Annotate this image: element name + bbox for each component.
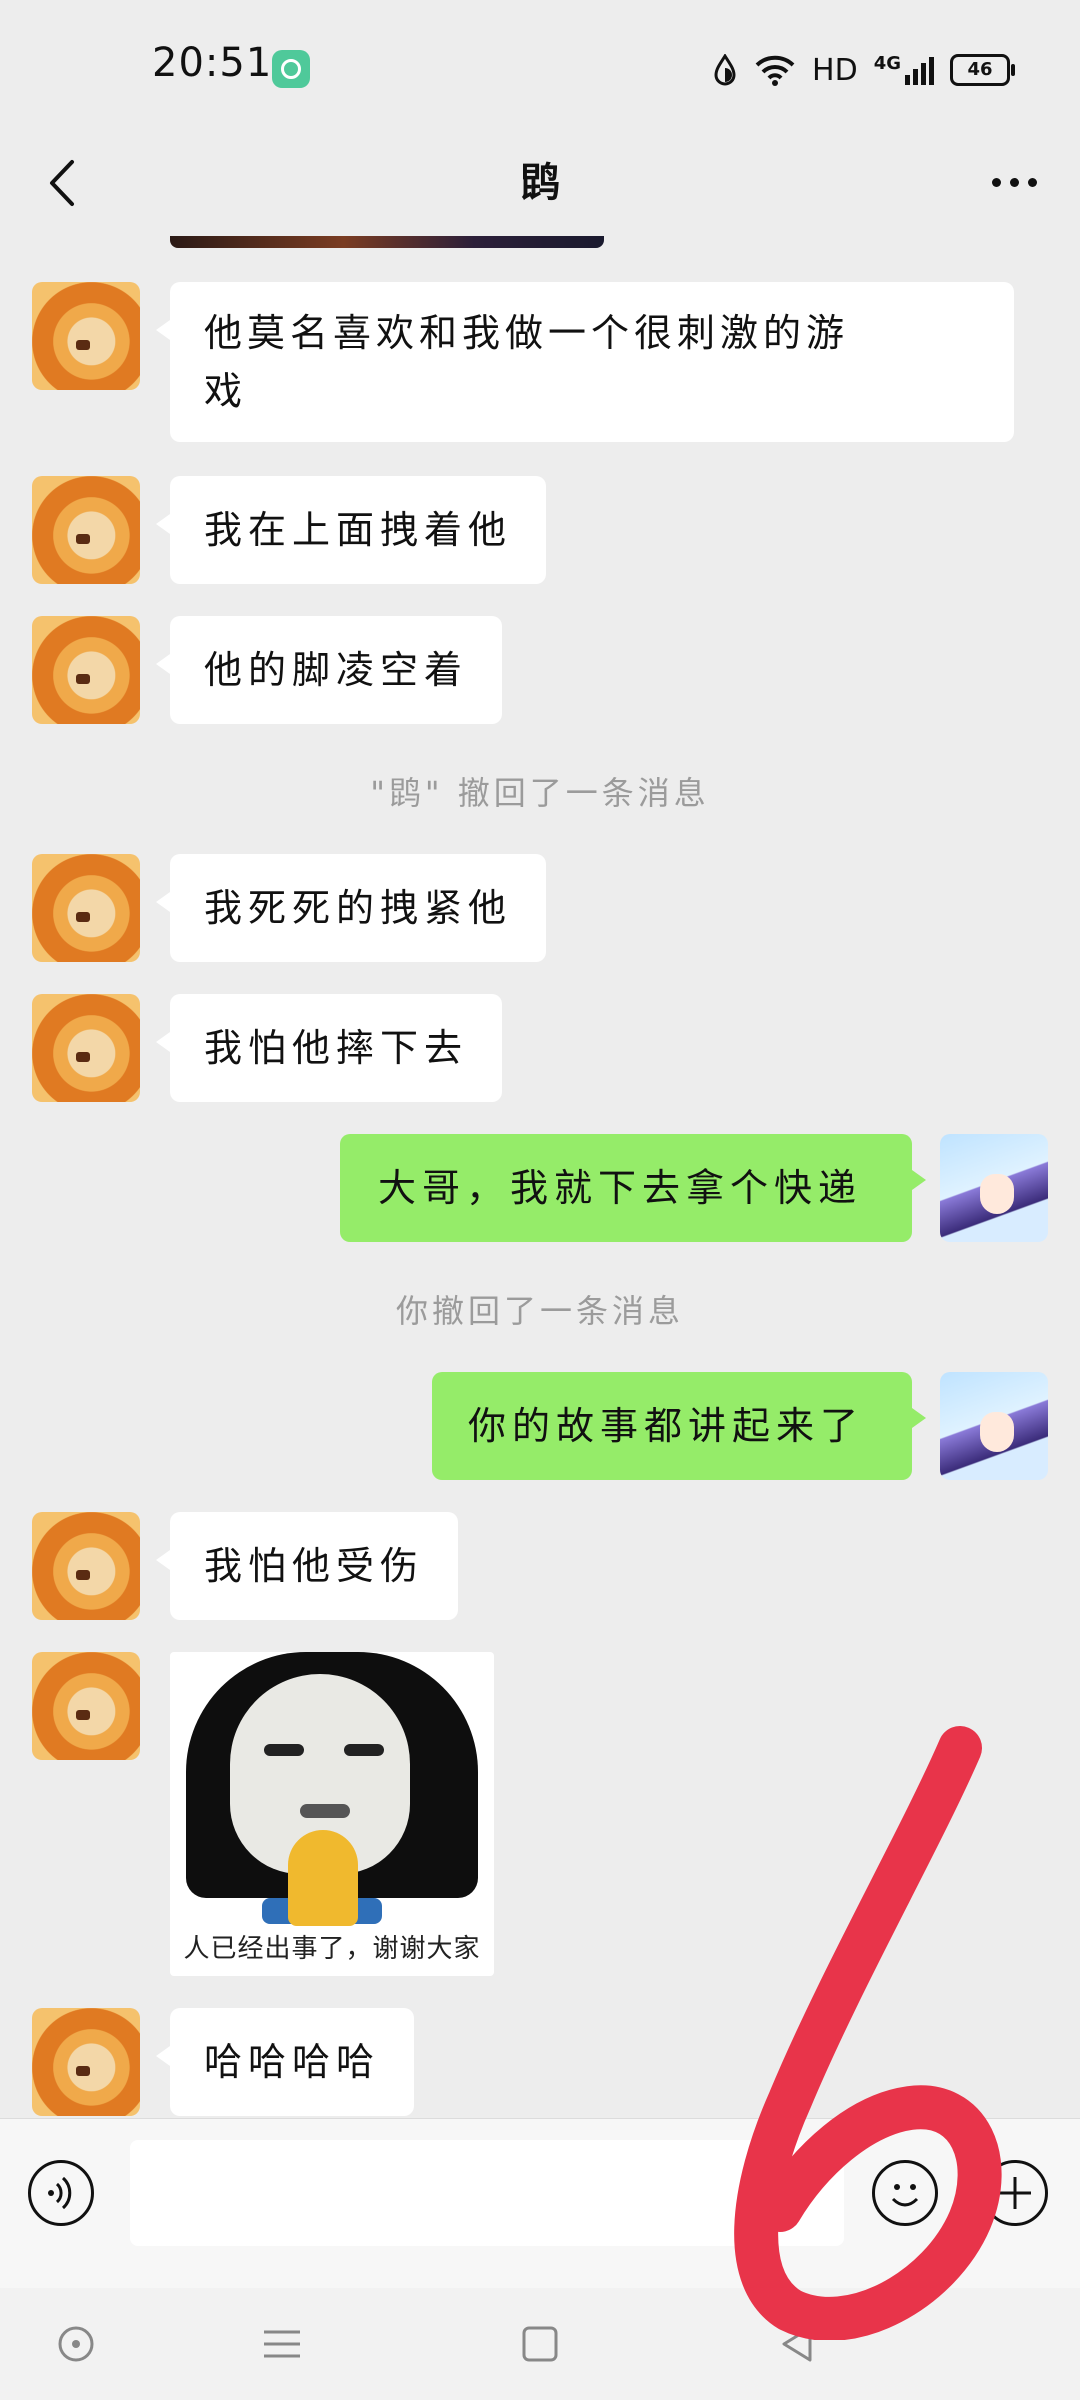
message-bubble[interactable]: 他莫名喜欢和我做一个很刺激的游 戏: [156, 282, 1014, 442]
sticker-message[interactable]: 人已经出事了，谢谢大家: [170, 1652, 494, 1976]
message-bubble-sent[interactable]: 你的故事都讲起来了: [432, 1372, 926, 1480]
recall-notice: 你撤回了一条消息: [395, 1292, 684, 1330]
network-hd-label: HD: [812, 52, 858, 88]
app-notification-icon: [272, 50, 310, 88]
avatar-contact[interactable]: [32, 616, 140, 724]
signal-icon: [905, 57, 934, 85]
avatar-self[interactable]: [940, 1134, 1048, 1242]
status-time: 20:51: [152, 40, 273, 86]
avatar-contact[interactable]: [32, 476, 140, 584]
message-bubble-sent[interactable]: 大哥，我就下去拿个快递: [340, 1134, 926, 1242]
nav-home-button[interactable]: [48, 2316, 104, 2372]
signal-label: 4G: [874, 55, 934, 85]
message-text-line: 他莫名喜欢和我做一个很刺激的游: [204, 311, 850, 355]
nav-back-icon: [782, 2326, 812, 2362]
avatar-contact[interactable]: [32, 854, 140, 962]
avatar-self[interactable]: [940, 1372, 1048, 1480]
message-bubble[interactable]: 我怕他摔下去: [155, 994, 503, 1102]
nav-menu-button[interactable]: [254, 2316, 310, 2372]
chat-title: 鹍: [520, 160, 560, 206]
sticker-caption: 人已经出事了，谢谢大家: [183, 1934, 481, 1964]
avatar-contact[interactable]: [32, 994, 140, 1102]
emoji-button[interactable]: [872, 2160, 938, 2226]
message-bubble[interactable]: 我死死的拽紧他: [155, 854, 547, 962]
nav-home-icon: [58, 2326, 94, 2362]
message-text-line: 戏: [204, 369, 248, 413]
avatar-contact[interactable]: [32, 1652, 140, 1760]
plus-icon: [999, 2177, 1031, 2209]
more-functions-button[interactable]: [982, 2160, 1048, 2226]
recall-notice: "鹍" 撤回了一条消息: [370, 774, 710, 812]
nav-square-icon: [522, 2326, 558, 2362]
avatar-contact[interactable]: [32, 1512, 140, 1620]
message-input[interactable]: [130, 2140, 844, 2246]
data-saver-icon: [714, 54, 736, 86]
avatar-contact[interactable]: [32, 282, 140, 390]
nav-recents-button[interactable]: [512, 2316, 568, 2372]
more-button[interactable]: [980, 148, 1050, 218]
message-bubble[interactable]: 我怕他受伤: [155, 1512, 459, 1620]
message-bubble[interactable]: 哈哈哈哈: [155, 2008, 415, 2116]
image-message-partial[interactable]: [170, 236, 604, 248]
emoji-icon: [891, 2184, 919, 2207]
avatar-contact[interactable]: [32, 2008, 140, 2116]
wifi-icon: [755, 55, 795, 86]
nav-menu-icon: [264, 2330, 300, 2358]
nav-back-button[interactable]: [770, 2316, 826, 2372]
status-indicators: HD 4G 46: [712, 48, 1015, 92]
battery-indicator: 46: [950, 54, 1015, 86]
message-bubble[interactable]: 他的脚凌空着: [155, 616, 503, 724]
voice-icon: [48, 2176, 72, 2210]
voice-button[interactable]: [28, 2160, 94, 2226]
message-bubble[interactable]: 我在上面拽着他: [155, 476, 547, 584]
